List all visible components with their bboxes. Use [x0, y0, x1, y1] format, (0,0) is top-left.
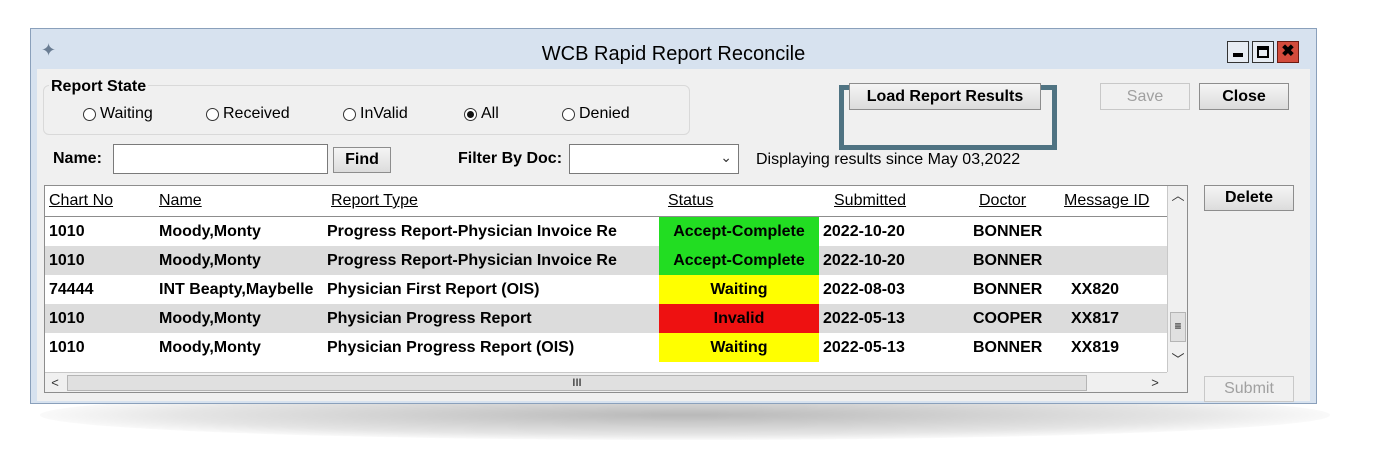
- chevron-down-icon: ⌄: [720, 149, 732, 165]
- column-header-status[interactable]: Status: [668, 192, 713, 210]
- table-row[interactable]: 74444 INT Beapty,Maybelle Physician Firs…: [45, 275, 1167, 304]
- scroll-down-icon[interactable]: ﹀: [1168, 350, 1187, 370]
- status-badge: Invalid: [659, 304, 819, 333]
- vertical-scroll-thumb[interactable]: ≡: [1170, 312, 1186, 342]
- table-row[interactable]: 1010 Moody,Monty Progress Report-Physici…: [45, 217, 1167, 246]
- minimize-icon: [1228, 42, 1248, 62]
- column-header-report-type[interactable]: Report Type: [331, 192, 418, 210]
- maximize-button[interactable]: [1252, 41, 1274, 63]
- status-badge: Accept-Complete: [659, 246, 819, 275]
- name-label: Name:: [53, 150, 102, 167]
- scroll-up-icon[interactable]: ︿: [1168, 186, 1187, 206]
- scroll-right-icon[interactable]: >: [1145, 373, 1165, 392]
- cell-doctor: COOPER: [973, 310, 1043, 327]
- column-header-doctor[interactable]: Doctor: [979, 192, 1026, 210]
- load-report-results-button[interactable]: Load Report Results: [849, 83, 1041, 110]
- name-input[interactable]: [113, 144, 328, 174]
- radio-waiting-label: Waiting: [100, 105, 153, 122]
- cell-report-type: Physician Progress Report (OIS): [327, 339, 575, 356]
- column-header-submitted[interactable]: Submitted: [834, 192, 906, 210]
- cell-submitted: 2022-08-03: [823, 281, 905, 298]
- radio-all-dot[interactable]: [464, 107, 477, 121]
- column-header-name[interactable]: Name: [159, 192, 202, 210]
- column-header-message-id[interactable]: Message ID: [1064, 192, 1149, 210]
- radio-received-label: Received: [223, 105, 290, 122]
- cell-message-id: XX817: [1071, 310, 1120, 327]
- cell-chart-no: 1010: [49, 223, 85, 240]
- cell-submitted: 2022-05-13: [823, 310, 905, 327]
- radio-received[interactable]: Received: [206, 105, 290, 123]
- cell-report-type: Progress Report-Physician Invoice Re: [327, 223, 617, 240]
- dialog-client: Report State Waiting Received InValid Al…: [37, 69, 1310, 402]
- save-button[interactable]: Save: [1100, 83, 1190, 110]
- window-title: WCB Rapid Report Reconcile: [541, 43, 806, 65]
- radio-received-dot[interactable]: [206, 107, 219, 121]
- horizontal-scrollbar[interactable]: < III >: [45, 372, 1167, 392]
- radio-denied-dot[interactable]: [562, 107, 575, 121]
- column-header-chart-no[interactable]: Chart No: [49, 192, 113, 210]
- table-row[interactable]: 1010 Moody,Monty Progress Report-Physici…: [45, 246, 1167, 275]
- cell-report-type: Progress Report-Physician Invoice Re: [327, 252, 617, 269]
- status-badge: Waiting: [659, 333, 819, 362]
- radio-waiting[interactable]: Waiting: [83, 105, 153, 123]
- results-since-text: Displaying results since May 03,2022: [756, 151, 1021, 168]
- cell-doctor: BONNER: [973, 223, 1043, 240]
- cell-name: Moody,Monty: [159, 223, 261, 240]
- radio-waiting-dot[interactable]: [83, 107, 96, 121]
- cell-submitted: 2022-10-20: [823, 223, 905, 240]
- cell-chart-no: 74444: [49, 281, 94, 298]
- cell-message-id: XX819: [1071, 339, 1120, 356]
- window-close-button[interactable]: ✖: [1277, 41, 1299, 63]
- filter-by-doc-label: Filter By Doc:: [458, 150, 563, 167]
- table-row[interactable]: 1010 Moody,Monty Physician Progress Repo…: [45, 333, 1167, 362]
- title-bar[interactable]: ✦ WCB Rapid Report Reconcile ✖: [31, 29, 1316, 69]
- dialog-window: ✦ WCB Rapid Report Reconcile ✖ Report St…: [30, 28, 1317, 404]
- cell-chart-no: 1010: [49, 310, 85, 327]
- maximize-icon: [1253, 42, 1273, 62]
- radio-invalid[interactable]: InValid: [343, 105, 408, 123]
- close-icon: ✖: [1281, 43, 1295, 60]
- find-button[interactable]: Find: [333, 147, 391, 173]
- report-state-label: Report State: [49, 78, 149, 96]
- cell-name: INT Beapty,Maybelle: [159, 281, 314, 298]
- radio-invalid-dot[interactable]: [343, 107, 356, 121]
- cell-report-type: Physician First Report (OIS): [327, 281, 540, 298]
- cell-name: Moody,Monty: [159, 252, 261, 269]
- radio-denied-label: Denied: [579, 105, 630, 122]
- status-badge: Waiting: [659, 275, 819, 304]
- horizontal-scroll-thumb[interactable]: III: [67, 375, 1087, 391]
- cell-submitted: 2022-05-13: [823, 339, 905, 356]
- cell-name: Moody,Monty: [159, 310, 261, 327]
- minimize-button[interactable]: [1227, 41, 1249, 63]
- cell-doctor: BONNER: [973, 281, 1043, 298]
- cell-doctor: BONNER: [973, 252, 1043, 269]
- doctor-filter-select[interactable]: ⌄: [569, 144, 739, 174]
- report-results-table: Chart No Name Report Type Status Submitt…: [44, 185, 1188, 393]
- close-button[interactable]: Close: [1199, 83, 1289, 110]
- vertical-scrollbar[interactable]: ︿ ≡ ﹀: [1167, 186, 1187, 372]
- cell-message-id: XX820: [1071, 281, 1120, 298]
- status-badge: Accept-Complete: [659, 217, 819, 246]
- cell-chart-no: 1010: [49, 252, 85, 269]
- cell-chart-no: 1010: [49, 339, 85, 356]
- table-header: Chart No Name Report Type Status Submitt…: [45, 186, 1167, 217]
- scroll-left-icon[interactable]: <: [45, 373, 65, 392]
- cell-submitted: 2022-10-20: [823, 252, 905, 269]
- cell-report-type: Physician Progress Report: [327, 310, 532, 327]
- scrollbar-corner: [1167, 372, 1187, 392]
- radio-all-label: All: [481, 105, 499, 122]
- radio-denied[interactable]: Denied: [562, 105, 630, 123]
- cell-name: Moody,Monty: [159, 339, 261, 356]
- radio-all[interactable]: All: [464, 105, 499, 123]
- submit-button[interactable]: Submit: [1204, 376, 1294, 402]
- delete-button[interactable]: Delete: [1204, 185, 1294, 211]
- radio-invalid-label: InValid: [360, 105, 408, 122]
- cell-doctor: BONNER: [973, 339, 1043, 356]
- table-row[interactable]: 1010 Moody,Monty Physician Progress Repo…: [45, 304, 1167, 333]
